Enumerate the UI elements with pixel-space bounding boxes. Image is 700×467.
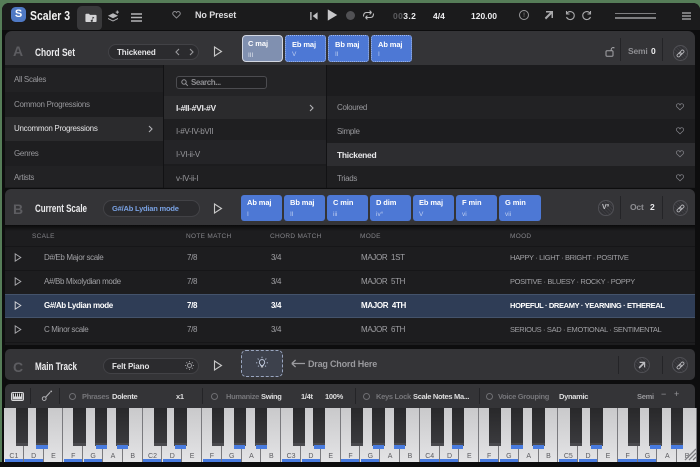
svg-text:Scaler 3: Scaler 3 bbox=[30, 8, 70, 23]
svg-text:Current Scale: Current Scale bbox=[35, 203, 87, 215]
svg-text:Main Track: Main Track bbox=[35, 361, 78, 373]
svg-text:Chord Set: Chord Set bbox=[35, 47, 75, 59]
